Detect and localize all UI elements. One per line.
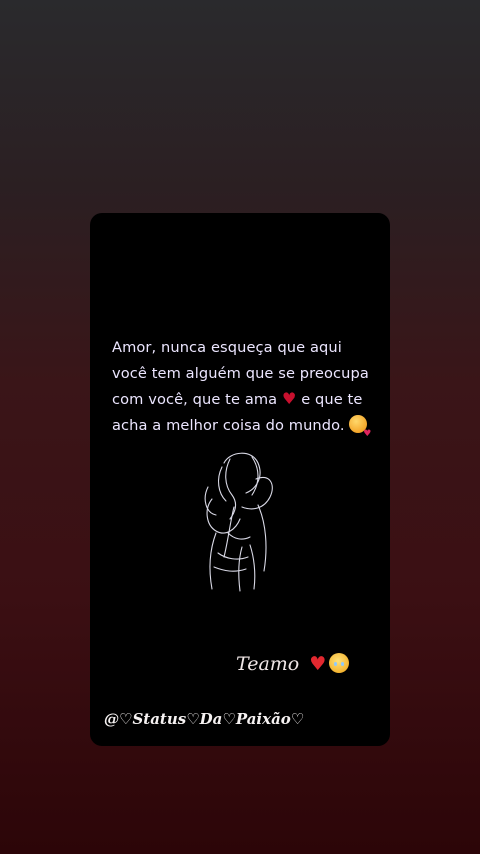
quote-line-3-text: com você, que te ama — [112, 391, 278, 408]
signature-text: Teamo — [236, 653, 300, 675]
quote-line-2: você tem alguém que se preocupa — [112, 365, 369, 382]
quote-line-3: com você, que te ama ♥ e que te — [112, 387, 380, 413]
red-heart-icon: ♥ — [309, 653, 327, 675]
couple-hug-illustration — [204, 452, 273, 592]
account-handle: @♡Status♡Da♡Paixão♡ — [104, 710, 305, 728]
quote-line-4-text: acha a melhor coisa do mundo. — [112, 417, 345, 434]
smiling-face-with-hearts-icon — [349, 415, 371, 447]
red-heart-icon: ♥ — [281, 389, 297, 408]
pleading-face-icon — [329, 653, 350, 673]
quote-line-4: acha a melhor coisa do mundo. — [112, 413, 380, 447]
signature: Teamo ♥ — [236, 653, 350, 675]
quote-text: Amor, nunca esqueça que aqui você tem al… — [112, 335, 380, 447]
quote-line-1: Amor, nunca esqueça que aqui — [112, 339, 342, 356]
quote-line-3-tail: e que te — [301, 391, 363, 408]
story-card: Amor, nunca esqueça que aqui você tem al… — [90, 213, 390, 746]
